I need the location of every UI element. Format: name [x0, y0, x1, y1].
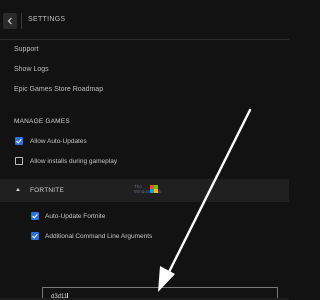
allow-auto-updates-checkbox[interactable] [15, 137, 23, 145]
auto-update-fortnite-label: Auto-Update Fortnite [45, 213, 106, 220]
page-title: SETTINGS [28, 16, 66, 23]
additional-args-checkbox[interactable] [31, 232, 39, 240]
settings-header: SETTINGS [0, 0, 289, 40]
windows-logo-icon [150, 185, 158, 193]
show-logs-link[interactable]: Show Logs [14, 66, 49, 73]
caret-up-icon[interactable] [16, 188, 20, 191]
additional-args-label: Additional Command Line Arguments [45, 233, 153, 240]
checkmark-icon [32, 234, 38, 239]
watermark: The WindowsClub [134, 184, 162, 200]
support-link[interactable]: Support [14, 46, 39, 53]
chevron-left-icon [7, 17, 12, 25]
header-divider [21, 13, 22, 29]
allow-auto-updates-label: Allow Auto-Updates [30, 138, 87, 145]
auto-update-fortnite-checkbox[interactable] [31, 212, 39, 220]
manage-games-heading: MANAGE GAMES [14, 118, 70, 125]
checkmark-icon [32, 214, 38, 219]
back-button[interactable] [3, 13, 17, 29]
allow-installs-label: Allow installs during gameplay [30, 158, 118, 165]
roadmap-link[interactable]: Epic Games Store Roadmap [14, 86, 103, 93]
annotation-arrow-icon [158, 108, 252, 292]
checkmark-icon [16, 139, 22, 144]
game-title: FORTNITE [30, 187, 64, 194]
allow-installs-during-gameplay-checkbox[interactable] [15, 157, 23, 165]
